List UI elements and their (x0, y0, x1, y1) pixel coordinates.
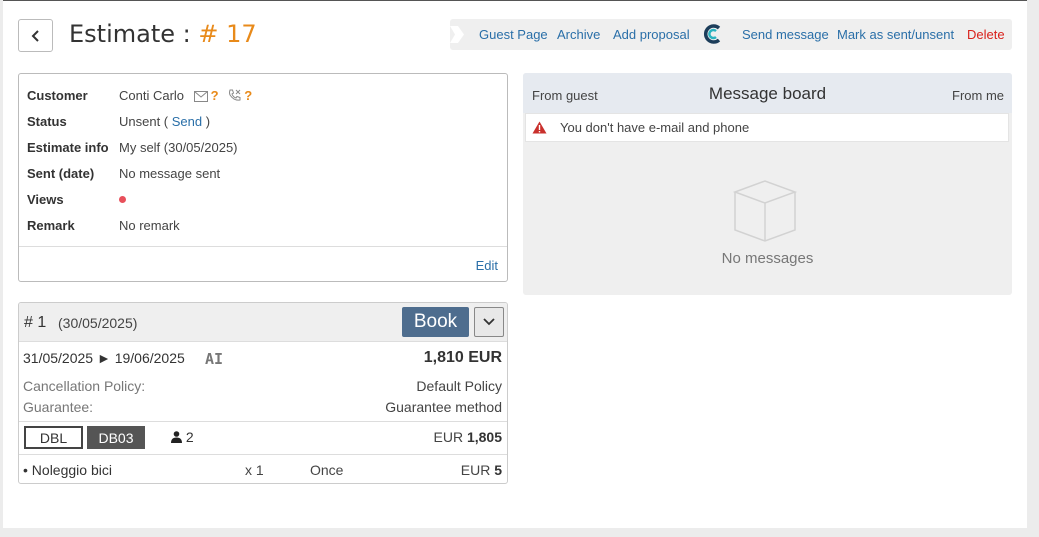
proposal-date: (30/05/2025) (58, 315, 138, 331)
stay-dates: 31/05/2025 ► 19/06/2025 (23, 350, 185, 366)
message-board-header: From guest Message board From me (523, 73, 1012, 113)
estimate-number: # 17 (198, 20, 257, 48)
estimate-info-label: Estimate info (27, 140, 109, 155)
send-link[interactable]: Send (172, 114, 202, 129)
extra-price: EUR 5 (461, 462, 502, 478)
divider (19, 454, 507, 455)
extra-quantity: x 1 (245, 462, 264, 478)
chevron-down-icon (483, 318, 495, 326)
mark-sent-link[interactable]: Mark as sent/unsent (837, 27, 954, 42)
customer-value[interactable]: Conti Carlo (119, 88, 184, 103)
book-button[interactable]: Book (402, 307, 469, 337)
edit-link[interactable]: Edit (476, 258, 498, 273)
sent-date-value: No message sent (119, 166, 221, 181)
from-me-label: From me (952, 88, 1004, 103)
customer-label: Customer (27, 88, 88, 103)
chevron-left-icon (31, 29, 39, 42)
email-icon[interactable] (193, 91, 208, 102)
room-amount: 1,805 (466, 429, 502, 445)
status-close: ) (205, 114, 211, 129)
guarantee-label: Guarantee: (23, 399, 94, 415)
email-unknown-mark: ? (210, 88, 219, 103)
views-value (119, 192, 126, 207)
status-label: Status (27, 114, 67, 129)
gear-icon[interactable] (450, 26, 464, 43)
status-value-wrap: Unsent ( Send ) (119, 114, 210, 129)
divider (19, 246, 507, 247)
page-title: Estimate : # 17 (69, 20, 257, 48)
status-value: Unsent ( (119, 114, 169, 129)
remark-label: Remark (27, 218, 75, 233)
sent-date-label: Sent (date) (27, 166, 95, 181)
guest-page-link[interactable]: Guest Page (479, 27, 548, 42)
divider (19, 421, 507, 422)
person-icon (171, 431, 182, 443)
customer-value-wrap: Conti Carlo ? ? (119, 88, 252, 103)
cancellation-value: Default Policy (416, 378, 502, 394)
brand-logo-icon[interactable] (703, 24, 723, 44)
guests-count: 2 (171, 429, 194, 445)
contact-warning: You don't have e-mail and phone (525, 113, 1009, 142)
phone-icon[interactable] (228, 89, 241, 102)
phone-unknown-mark: ? (244, 88, 253, 103)
not-viewed-dot (119, 196, 126, 203)
views-label: Views (27, 192, 64, 207)
extra-currency: EUR (460, 462, 491, 478)
cancellation-label: Cancellation Policy: (23, 378, 146, 394)
proposal-number: # 1 (24, 314, 47, 331)
title-prefix: Estimate : (69, 20, 199, 48)
estimate-info-panel: Customer Conti Carlo ? ? Status Unsent (… (18, 73, 508, 282)
page: Estimate : # 17 Guest Page Archive Add p… (3, 0, 1027, 528)
delete-link[interactable]: Delete (967, 27, 1005, 42)
archive-link[interactable]: Archive (557, 27, 600, 42)
back-button[interactable] (18, 19, 53, 52)
contact-warning-text: You don't have e-mail and phone (560, 120, 750, 135)
proposal-card: # 1 (30/05/2025) Book 31/05/2025 ► 19/06… (18, 302, 508, 484)
send-message-link[interactable]: Send message (742, 27, 829, 42)
guarantee-value: Guarantee method (385, 399, 502, 415)
action-bar: Guest Page Archive Add proposal Send mes… (450, 19, 1012, 50)
message-board-title: Message board (708, 84, 827, 103)
no-messages-text: No messages (721, 250, 814, 267)
extra-amount: 5 (494, 462, 502, 478)
message-board: From guest Message board From me You don… (523, 73, 1012, 295)
room-currency: EUR (433, 429, 464, 445)
warning-icon (532, 121, 547, 134)
extra-frequency: Once (310, 462, 344, 478)
empty-box-icon (732, 180, 798, 242)
add-proposal-link[interactable]: Add proposal (613, 27, 690, 42)
estimate-info-value: My self (30/05/2025) (119, 140, 238, 155)
room-type-tag: DBL (24, 426, 83, 449)
remark-value: No remark (119, 218, 180, 233)
guests-value: 2 (185, 429, 194, 445)
proposal-menu-button[interactable] (474, 307, 504, 337)
board-type: AI (205, 350, 224, 368)
extra-name: • Noleggio bici (23, 462, 112, 478)
rate-code-tag: DB03 (87, 426, 145, 449)
room-price: EUR 1,805 (434, 429, 503, 445)
proposal-header: # 1 (30/05/2025) Book (19, 303, 507, 342)
total-price: 1,810 EUR (423, 349, 502, 366)
